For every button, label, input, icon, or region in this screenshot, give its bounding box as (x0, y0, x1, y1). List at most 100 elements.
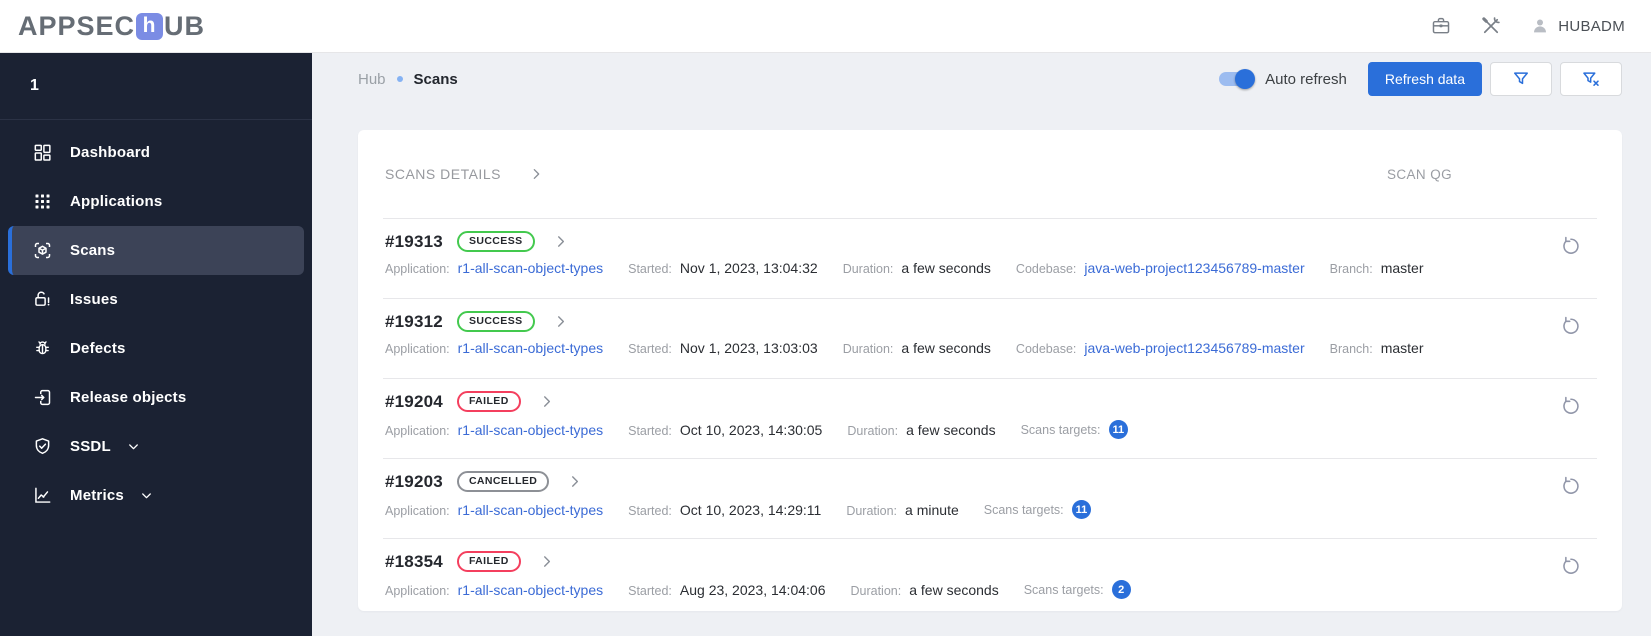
scan-row: #19313 SUCCESS Application: r1-all-scan-o… (358, 218, 1622, 298)
field-label: Scans targets: (983, 502, 1064, 517)
auto-refresh-toggle[interactable] (1219, 69, 1256, 89)
restore-scan-button[interactable] (1560, 474, 1584, 498)
restore-scan-button[interactable] (1560, 554, 1584, 578)
restore-icon (1563, 396, 1579, 414)
tools-icon[interactable] (1480, 15, 1502, 37)
application-link[interactable]: r1-all-scan-object-types (458, 582, 604, 598)
breadcrumb-current-page: Scans (413, 70, 458, 88)
sidebar-item-dashboard[interactable]: Dashboard (0, 128, 312, 177)
refresh-data-button[interactable]: Refresh data (1367, 62, 1482, 96)
scan-targets-count-badge: 11 (1108, 420, 1129, 439)
metrics-chart-icon (32, 485, 53, 506)
topbar-actions: HUBADM (1430, 15, 1625, 37)
chevron-right-icon[interactable] (538, 393, 555, 410)
field-label: Scans targets: (1020, 422, 1101, 437)
sidebar-item-issues[interactable]: Issues (0, 275, 312, 324)
scan-id: #19313 (385, 231, 443, 251)
field-label: Started: (628, 503, 672, 518)
chevron-down-icon (139, 488, 154, 503)
dashboard-icon (32, 142, 53, 163)
chevron-right-icon[interactable] (552, 313, 569, 330)
field-label: Duration: (847, 423, 899, 438)
sidebar-item-defects[interactable]: Defects (0, 324, 312, 373)
scans-card-header: SCANS DETAILS SCAN QG (358, 130, 1622, 218)
scans-icon (32, 240, 53, 261)
field-label: Application: (385, 583, 450, 598)
defects-icon (32, 338, 53, 359)
restore-icon (1563, 476, 1579, 494)
branch-value: master (1380, 340, 1424, 356)
breadcrumb-separator-dot (396, 76, 403, 82)
field-label: Duration: (842, 262, 894, 276)
app-logo: APPSEC h UB (18, 11, 205, 42)
sidebar-item-ssdl[interactable]: SSDL (0, 422, 312, 471)
chevron-down-icon (126, 439, 141, 454)
sidebar-item-label: Release objects (70, 389, 187, 406)
main-content: Hub Scans Auto refresh Refresh data SCAN… (312, 53, 1651, 636)
filter-icon (1514, 72, 1528, 85)
logo-text-suffix: UB (164, 10, 206, 41)
sidebar: 1 Dashboard Applications Scans Issues De… (0, 53, 312, 636)
sidebar-collapse-toggle[interactable]: 1 (0, 53, 312, 120)
restore-scan-button[interactable] (1560, 314, 1584, 338)
restore-icon (1563, 316, 1579, 334)
field-label: Application: (385, 342, 450, 356)
scan-id: #19203 (385, 471, 443, 491)
sidebar-item-label: Scans (70, 242, 116, 259)
field-label: Codebase: (1015, 342, 1077, 356)
sidebar-item-metrics[interactable]: Metrics (0, 471, 312, 520)
status-badge: FAILED (456, 391, 521, 412)
duration-value: a few seconds (906, 421, 996, 438)
started-value: Oct 10, 2023, 14:30:05 (679, 421, 823, 438)
restore-scan-button[interactable] (1560, 234, 1584, 258)
filter-button[interactable] (1490, 62, 1552, 96)
codebase-link[interactable]: java-web-project123456789-master (1084, 260, 1304, 276)
scan-qg-header: SCAN QG (1386, 166, 1452, 182)
scan-row: #19204 FAILED Application: r1-all-scan-ob… (358, 378, 1622, 458)
scan-id: #19204 (385, 391, 443, 411)
restore-scan-button[interactable] (1560, 394, 1584, 418)
field-label: Scans targets: (1023, 582, 1104, 597)
sidebar-item-label: Metrics (70, 487, 124, 504)
application-link[interactable]: r1-all-scan-object-types (458, 340, 604, 356)
user-name: HUBADM (1558, 17, 1625, 35)
application-link[interactable]: r1-all-scan-object-types (458, 502, 604, 518)
status-badge: FAILED (456, 551, 521, 572)
scan-id: #19312 (385, 311, 443, 331)
user-menu[interactable]: HUBADM (1530, 16, 1625, 36)
chevron-right-icon[interactable] (566, 473, 583, 490)
applications-icon (32, 191, 53, 212)
scan-targets-count-badge: 2 (1111, 580, 1131, 599)
breadcrumb-hub-link[interactable]: Hub (358, 71, 386, 88)
duration-value: a minute (905, 501, 959, 518)
duration-value: a few seconds (901, 260, 991, 276)
field-label: Duration: (842, 342, 894, 356)
header-controls: Auto refresh Refresh data (1219, 62, 1622, 96)
chevron-right-icon[interactable] (538, 553, 555, 570)
logo-text-prefix: APPSEC (18, 10, 136, 41)
scan-targets-count-badge: 11 (1071, 500, 1092, 519)
restore-icon (1563, 236, 1579, 254)
application-link[interactable]: r1-all-scan-object-types (458, 422, 604, 438)
field-label: Application: (385, 262, 450, 276)
sidebar-item-scans[interactable]: Scans (8, 226, 304, 275)
sidebar-item-applications[interactable]: Applications (0, 177, 312, 226)
codebase-link[interactable]: java-web-project123456789-master (1084, 340, 1304, 356)
field-label: Branch: (1329, 262, 1373, 276)
chevron-right-icon[interactable] (552, 233, 569, 250)
filter-clear-icon (1583, 72, 1599, 86)
started-value: Nov 1, 2023, 13:04:32 (679, 260, 818, 276)
field-label: Duration: (846, 503, 898, 518)
sidebar-item-label: Applications (70, 193, 163, 210)
auto-refresh-label: Auto refresh (1265, 70, 1347, 88)
scans-details-header: SCANS DETAILS (385, 166, 501, 182)
clear-filter-button[interactable] (1560, 62, 1622, 96)
sidebar-item-release-objects[interactable]: Release objects (0, 373, 312, 422)
briefcase-icon[interactable] (1430, 15, 1452, 37)
page-subheader: Hub Scans Auto refresh Refresh data (358, 53, 1622, 105)
chevron-right-icon[interactable] (528, 166, 544, 182)
scan-row: #19312 SUCCESS Application: r1-all-scan-o… (358, 298, 1622, 378)
application-link[interactable]: r1-all-scan-object-types (458, 260, 604, 276)
scans-card: SCANS DETAILS SCAN QG #19313 SUCCESS App… (358, 130, 1622, 611)
restore-icon (1563, 556, 1579, 574)
